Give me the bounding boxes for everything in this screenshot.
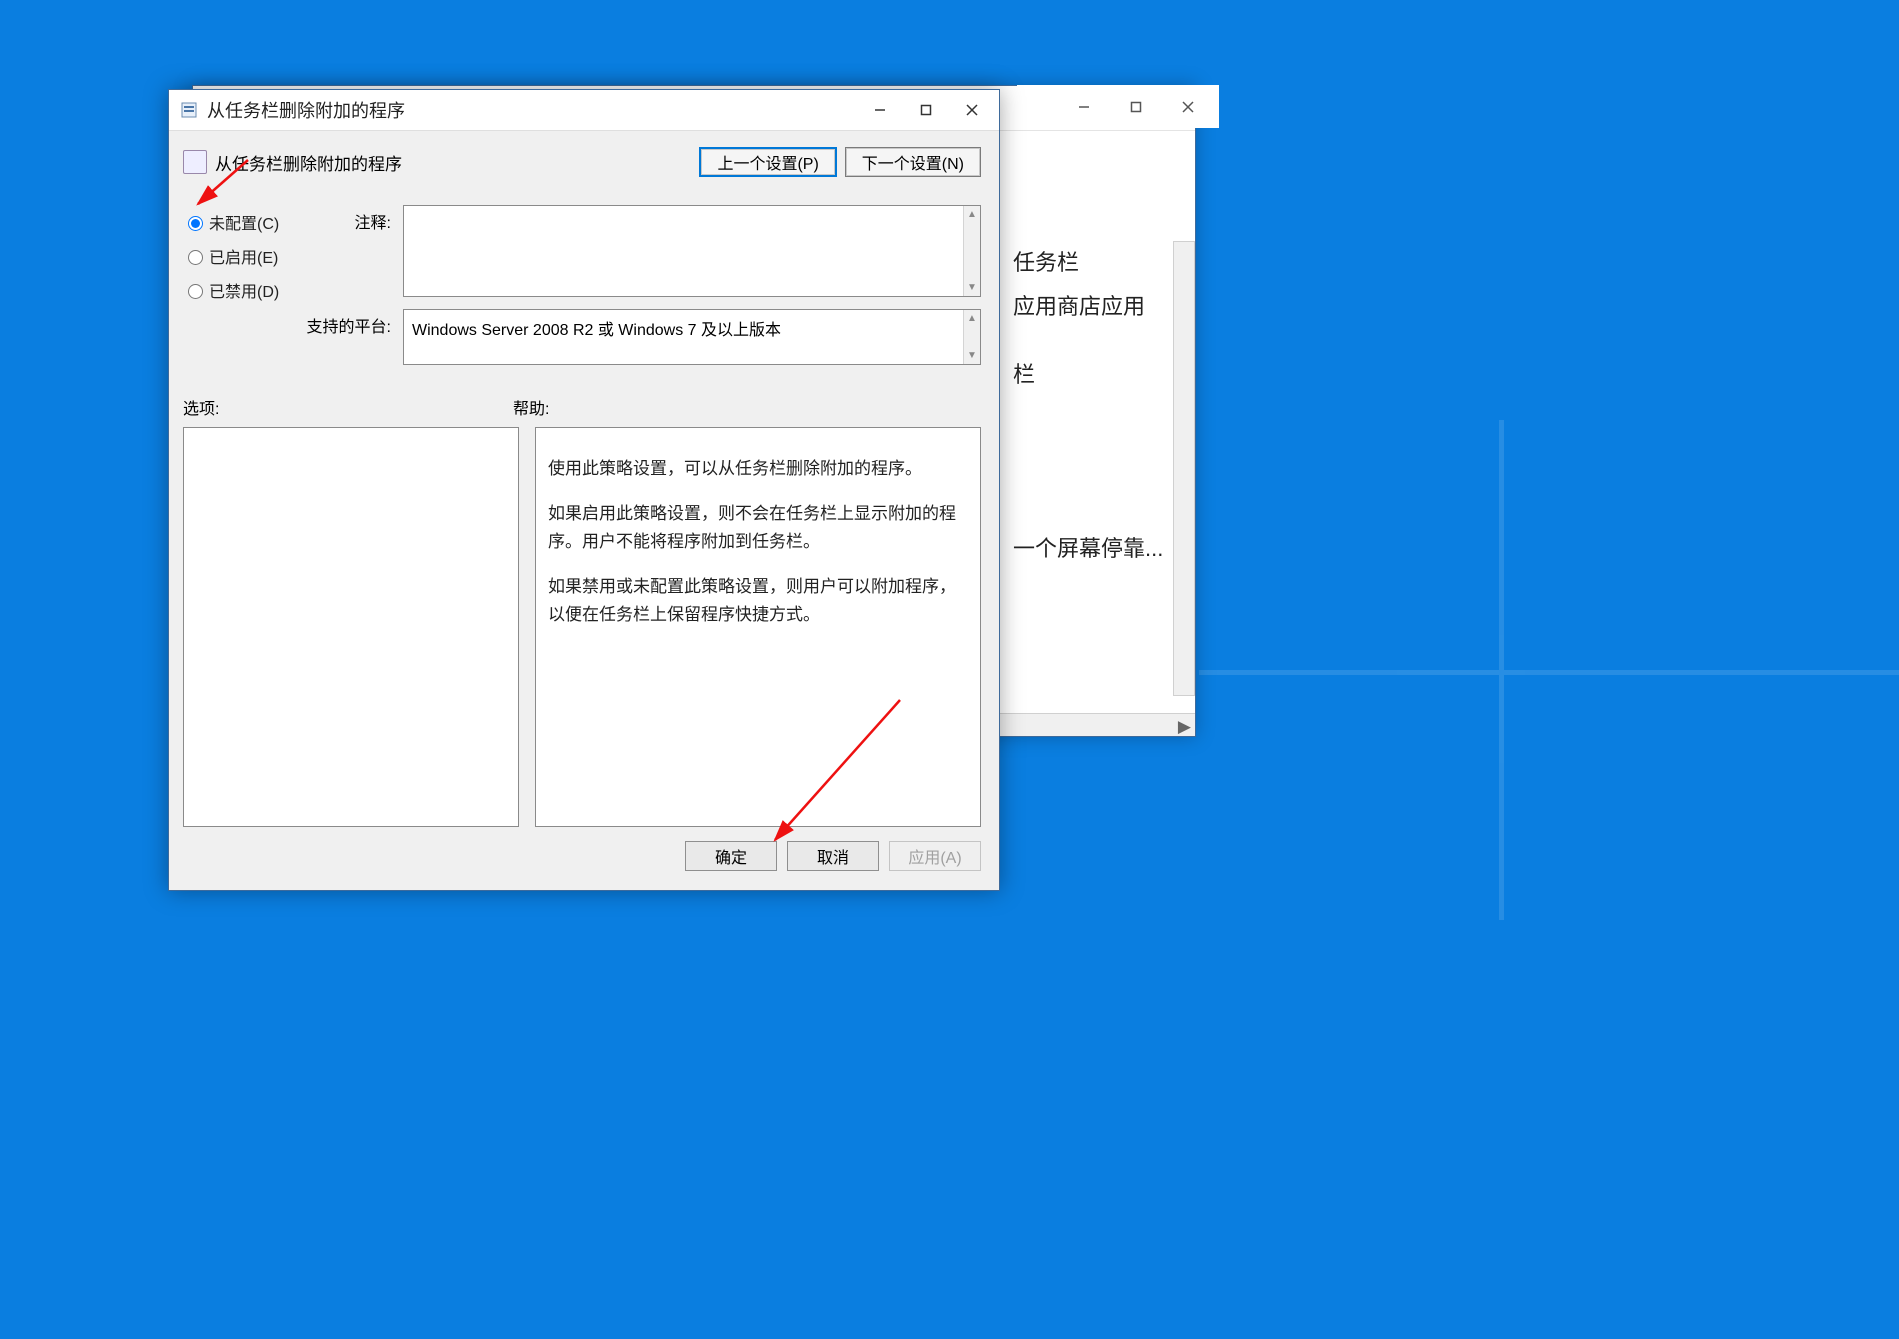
radio-enabled[interactable]: 已启用(E) [183, 239, 291, 273]
close-button[interactable] [949, 95, 995, 125]
bg-list-item[interactable]: 栏 [1013, 353, 1183, 397]
help-paragraph: 如果启用此策略设置，则不会在任务栏上显示附加的程序。用户不能将程序附加到任务栏。 [548, 500, 968, 556]
bg-minimize-button[interactable] [1075, 98, 1093, 116]
options-pane [183, 427, 519, 827]
radio-disabled[interactable]: 已禁用(D) [183, 273, 291, 307]
help-label: 帮助: [513, 395, 549, 419]
dialog-title: 从任务栏删除附加的程序 [207, 97, 857, 123]
previous-setting-button[interactable]: 上一个设置(P) [699, 147, 836, 177]
maximize-button[interactable] [903, 95, 949, 125]
bg-list-item[interactable]: 应用商店应用 [1013, 285, 1183, 329]
help-pane: 使用此策略设置，可以从任务栏删除附加的程序。 如果启用此策略设置，则不会在任务栏… [535, 427, 981, 827]
help-paragraph: 使用此策略设置，可以从任务栏删除附加的程序。 [548, 455, 968, 483]
radio-not-configured[interactable]: 未配置(C) [183, 205, 291, 239]
comment-textbox[interactable]: ▲▼ [403, 205, 981, 297]
dialog-titlebar: 从任务栏删除附加的程序 [169, 90, 999, 131]
policy-dialog: 从任务栏删除附加的程序 从任务栏删除附加的程序 上一个设置(P) 下一个设置(N… [168, 89, 1000, 891]
policy-icon [179, 100, 199, 120]
apply-button[interactable]: 应用(A) [889, 841, 981, 871]
radio-not-configured-input[interactable] [188, 216, 203, 231]
radio-enabled-input[interactable] [188, 250, 203, 265]
state-radio-group: 未配置(C) 已启用(E) 已禁用(D) [183, 205, 291, 377]
background-settings-list: 任务栏 应用商店应用 栏 一个屏幕停靠... [1013, 241, 1183, 571]
bg-close-button[interactable] [1179, 98, 1197, 116]
bg-vertical-scrollbar[interactable] [1173, 241, 1195, 696]
supported-textbox: Windows Server 2008 R2 或 Windows 7 及以上版本… [403, 309, 981, 365]
policy-name: 从任务栏删除附加的程序 [215, 150, 691, 175]
bg-maximize-button[interactable] [1127, 98, 1145, 116]
comment-label: 注释: [291, 205, 403, 297]
supported-scrollbar[interactable]: ▲▼ [963, 310, 980, 364]
options-label: 选项: [183, 395, 513, 419]
supported-text: Windows Server 2008 R2 或 Windows 7 及以上版本 [412, 322, 781, 339]
bg-list-item[interactable]: 任务栏 [1013, 241, 1183, 285]
background-titlebar [1017, 85, 1219, 128]
next-setting-button[interactable]: 下一个设置(N) [845, 147, 981, 177]
bg-list-item[interactable]: 一个屏幕停靠... [1013, 527, 1183, 571]
cancel-button[interactable]: 取消 [787, 841, 879, 871]
desktop-background [1199, 420, 1899, 1020]
comment-scrollbar[interactable]: ▲▼ [963, 206, 980, 296]
help-paragraph: 如果禁用或未配置此策略设置，则用户可以附加程序，以便在任务栏上保留程序快捷方式。 [548, 573, 968, 629]
minimize-button[interactable] [857, 95, 903, 125]
supported-label: 支持的平台: [291, 309, 403, 365]
radio-disabled-input[interactable] [188, 284, 203, 299]
policy-item-icon [183, 150, 207, 174]
ok-button[interactable]: 确定 [685, 841, 777, 871]
